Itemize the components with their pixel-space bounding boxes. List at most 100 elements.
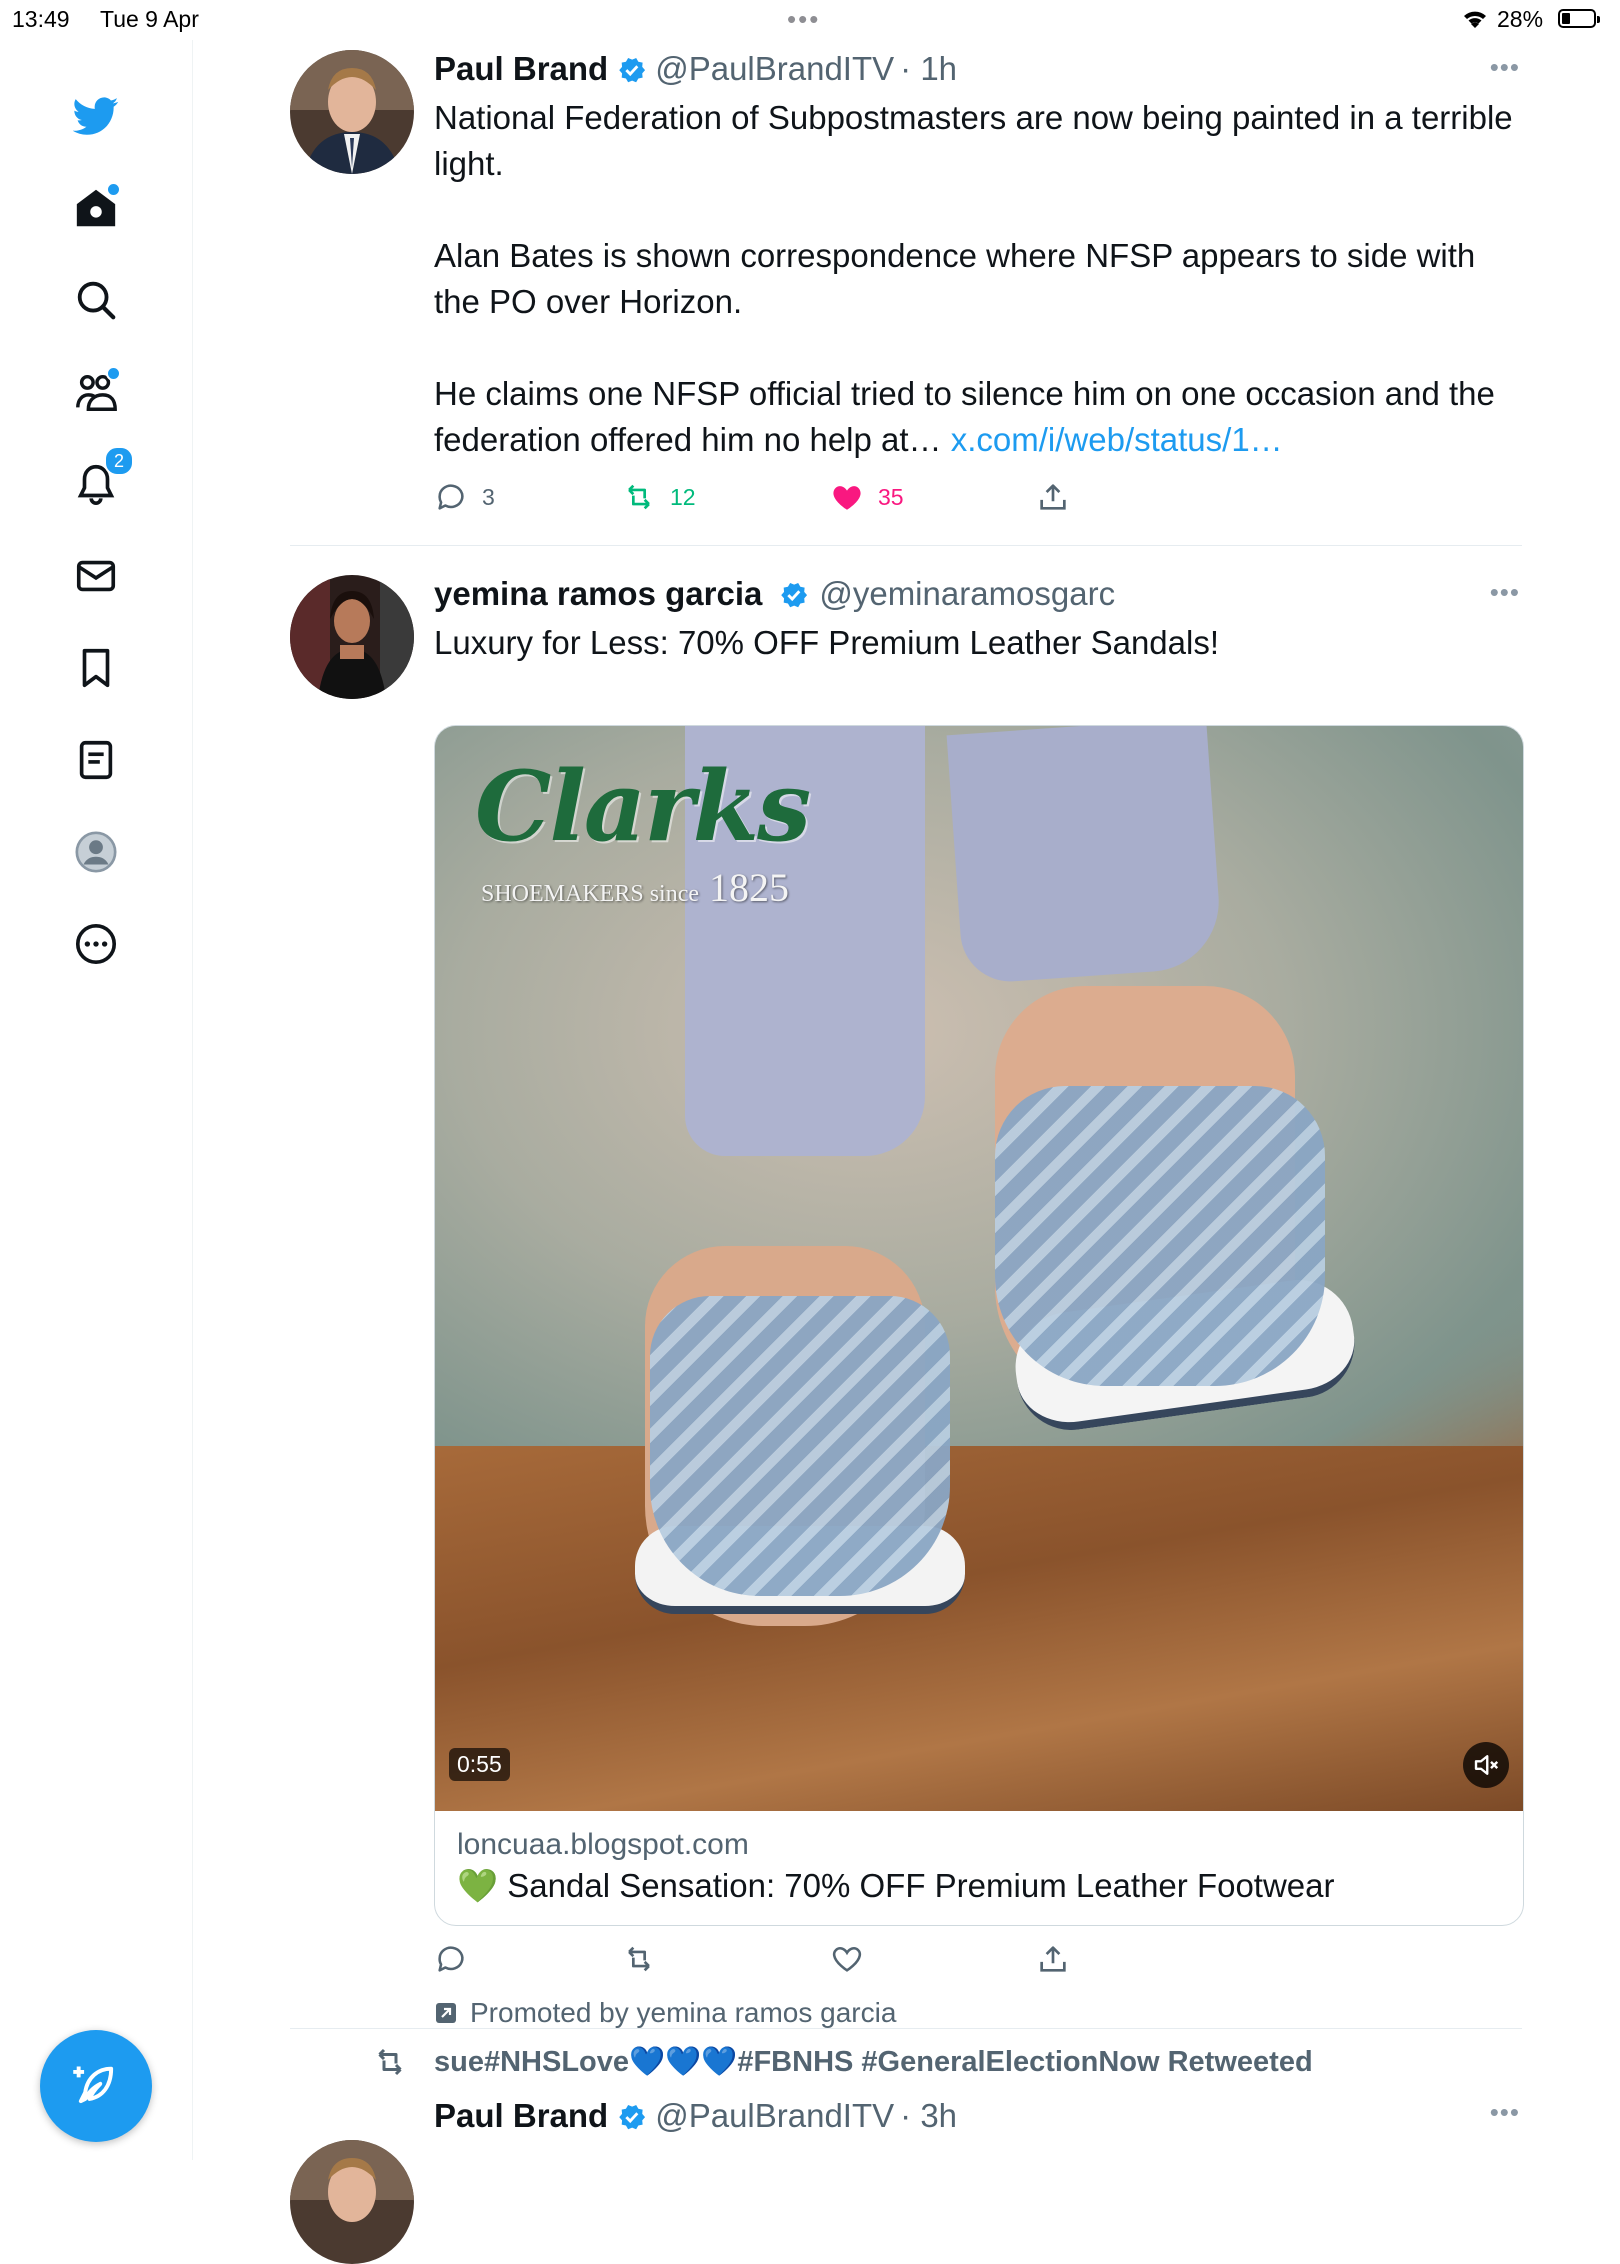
tweet-actions (434, 1942, 1134, 1982)
mail-icon[interactable] (70, 550, 122, 602)
battery-percent: 28% (1497, 6, 1544, 32)
bell-icon[interactable]: 2 (70, 446, 134, 510)
verified-badge-icon (619, 57, 646, 82)
tweet-link[interactable]: x.com/i/web/status/1… (951, 421, 1283, 458)
card-title-text: Sandal Sensation: 70% OFF Premium Leathe… (507, 1867, 1335, 1904)
tweet-divider (290, 2028, 1522, 2029)
card-info[interactable]: loncuaa.blogspot.com 💚 Sandal Sensation:… (435, 1811, 1523, 1925)
author-name[interactable]: Paul Brand (434, 50, 608, 88)
reply-icon (438, 1946, 464, 1972)
heart-icon (832, 1947, 862, 1972)
tweet-time[interactable]: · 3h (900, 2097, 957, 2135)
video-tagline-year: 1825 (709, 865, 790, 910)
retweet-button[interactable]: 12 (622, 480, 696, 514)
promoted-label: Promoted by yemina ramos garcia (434, 1997, 896, 2029)
more-circle-icon[interactable] (70, 918, 122, 970)
more-options-icon[interactable]: ••• (1490, 579, 1520, 605)
author-handle[interactable]: @PaulBrandITV (655, 50, 894, 88)
communities-icon[interactable] (70, 366, 122, 418)
reply-button[interactable] (434, 1942, 482, 1976)
avatar[interactable] (290, 575, 414, 699)
communities-unread-dot (106, 366, 121, 381)
tweet-paragraph: Luxury for Less: 70% OFF Premium Leather… (434, 624, 1220, 661)
like-button[interactable]: 35 (830, 480, 904, 514)
retweet-button[interactable] (622, 1942, 670, 1976)
video-leg-right (946, 726, 1224, 985)
share-icon (1040, 484, 1066, 510)
author-handle[interactable]: @PaulBrandITV (655, 2097, 894, 2135)
compose-icon (73, 2066, 114, 2104)
tweet[interactable]: Paul Brand @PaulBrandITV · 1h ••• Nation… (290, 50, 1522, 550)
tweet[interactable]: yemina ramos garcia @yeminaramosgarc •••… (290, 575, 1524, 2028)
reply-count: 3 (482, 483, 495, 510)
video-sandal-left (650, 1296, 950, 1596)
video-brand-logo: Clarks (475, 750, 811, 863)
battery-icon (1558, 9, 1600, 28)
tweet-time[interactable]: · 1h (900, 50, 957, 88)
like-button[interactable] (830, 1942, 878, 1976)
status-time: 13:49 (12, 6, 70, 32)
video-duration: 0:55 (449, 1748, 510, 1781)
tweet-header: Paul Brand @PaulBrandITV · 3h (434, 2097, 957, 2135)
home-unread-dot (106, 182, 121, 197)
tweet-actions: 3 12 35 (434, 480, 1134, 520)
video-player[interactable]: Clarks SHOEMAKERS since 1825 0:55 (435, 726, 1523, 1811)
avatar[interactable] (290, 2140, 414, 2264)
card-domain: loncuaa.blogspot.com (457, 1828, 749, 1861)
more-options-icon[interactable]: ••• (1490, 2099, 1520, 2125)
video-floor (435, 1446, 1523, 1811)
tweet-paragraph: National Federation of Subpostmasters ar… (434, 99, 1513, 182)
tweet-text: National Federation of Subpostmasters ar… (434, 95, 1522, 463)
speaker-muted-icon (1474, 1755, 1499, 1775)
video-tagline-text: SHOEMAKERS since (481, 881, 700, 907)
video-card[interactable]: Clarks SHOEMAKERS since 1825 0:55 loncua… (434, 725, 1524, 1926)
tweet-header: Paul Brand @PaulBrandITV · 1h (434, 50, 957, 88)
lists-icon[interactable] (70, 734, 122, 786)
wifi-icon (1464, 11, 1486, 28)
notifications-count-badge: 2 (104, 446, 134, 476)
verified-badge-icon (619, 2104, 646, 2129)
more-options-icon[interactable]: ••• (1490, 54, 1520, 80)
tweet-header: yemina ramos garcia @yeminaramosgarc (434, 575, 1115, 613)
retweet-icon (628, 1946, 650, 1972)
share-icon (1040, 1946, 1066, 1972)
blue-hearts-emoji: 💙💙💙 (629, 2046, 738, 2078)
reply-icon (438, 484, 464, 510)
card-title: 💚 Sandal Sensation: 70% OFF Premium Leat… (457, 1865, 1501, 1907)
timeline-feed: Paul Brand @PaulBrandITV · 1h ••• Nation… (192, 40, 1620, 2264)
multitasking-dots-icon[interactable]: ••• (787, 6, 820, 32)
search-icon[interactable] (70, 274, 122, 326)
share-button[interactable] (1036, 1942, 1084, 1976)
retweet-count: 12 (670, 483, 696, 510)
reply-button[interactable]: 3 (434, 480, 495, 514)
bookmark-icon[interactable] (70, 642, 122, 694)
compose-button[interactable] (40, 2030, 152, 2142)
share-button[interactable] (1036, 480, 1084, 514)
video-sandal-right (995, 1086, 1325, 1386)
retweeter-name: sue#NHSLove (434, 2045, 630, 2078)
profile-icon[interactable] (70, 826, 122, 878)
avatar[interactable] (290, 50, 414, 174)
status-date: Tue 9 Apr (100, 6, 199, 32)
promoted-icon (436, 2003, 456, 2023)
author-name[interactable]: yemina ramos garcia (434, 575, 762, 613)
home-icon[interactable] (70, 182, 122, 234)
twitter-bird-icon[interactable] (70, 90, 122, 142)
verified-badge-icon (781, 582, 808, 607)
tweet-divider (290, 545, 1522, 546)
retweeted-by-label[interactable]: sue#NHSLove 💙💙💙 #FBNHS #GeneralElectionNow… (378, 2045, 1313, 2079)
author-name[interactable]: Paul Brand (434, 2097, 608, 2135)
status-bar: 13:49 Tue 9 Apr ••• 28% (0, 0, 1620, 40)
retweeted-suffix: #FBNHS #GeneralElectionNow Retweeted (737, 2045, 1313, 2078)
promoted-text: Promoted by yemina ramos garcia (470, 1997, 897, 2028)
retweet-icon (378, 2048, 402, 2076)
green-heart-emoji: 💚 (457, 1867, 499, 1904)
like-count: 35 (878, 483, 904, 510)
author-handle[interactable]: @yeminaramosgarc (819, 575, 1115, 613)
heart-filled-icon (833, 486, 861, 510)
tweet-text: Luxury for Less: 70% OFF Premium Leather… (434, 620, 1522, 666)
tweet-paragraph: Alan Bates is shown correspondence where… (434, 237, 1476, 320)
sidebar: 2 (0, 40, 193, 2160)
mute-button[interactable] (1463, 1742, 1509, 1788)
tweet[interactable]: sue#NHSLove 💙💙💙 #FBNHS #GeneralElectionNow… (290, 2045, 1522, 2264)
